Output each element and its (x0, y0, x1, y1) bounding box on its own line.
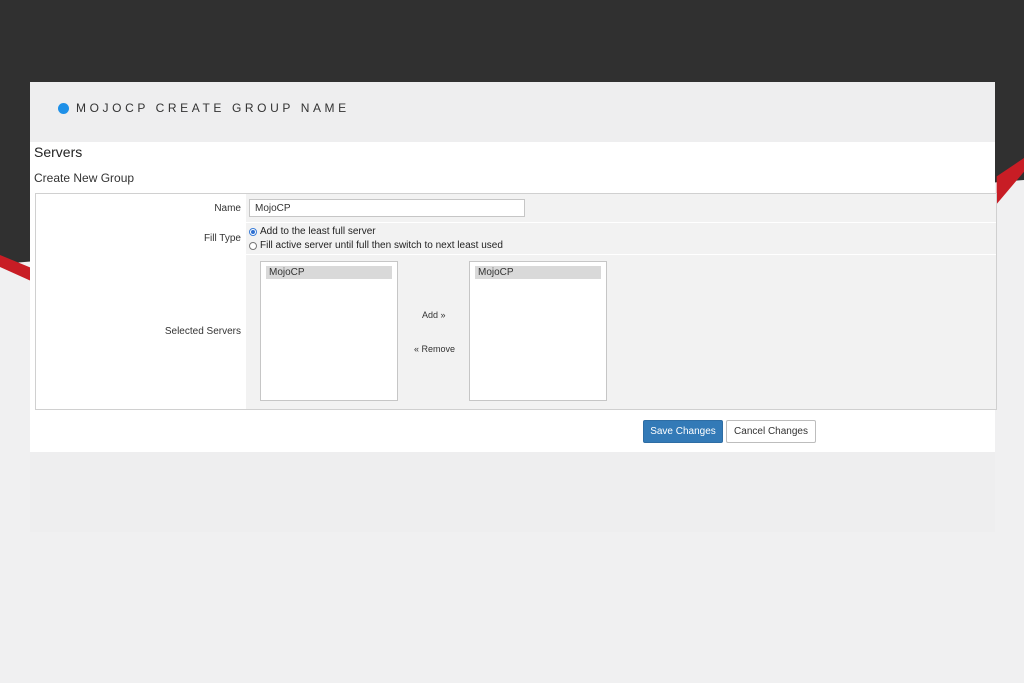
status-dot-icon (58, 103, 69, 114)
name-label: Name (214, 203, 241, 214)
remove-button[interactable]: « Remove (414, 343, 455, 355)
radio-selected-icon[interactable] (249, 227, 257, 236)
main-panel: MOJOCP CREATE GROUP NAME Servers Create … (30, 82, 997, 532)
fill-type-label: Fill Type (203, 233, 241, 244)
fill-option-least-full[interactable]: Add to the least full server (249, 225, 376, 238)
add-button[interactable]: Add » (422, 309, 446, 321)
available-servers-list[interactable]: MojoCP (260, 261, 398, 401)
section-title: Servers (34, 144, 83, 160)
section-subtitle: Create New Group (34, 171, 135, 185)
content-area: Servers Create New Group Name Fill Type … (30, 142, 997, 452)
fill-option-label: Add to the least full server (260, 226, 376, 237)
selected-servers-list[interactable]: MojoCP (469, 261, 607, 401)
label-column (36, 194, 246, 409)
list-item[interactable]: MojoCP (266, 266, 392, 279)
create-group-form: Name Fill Type Add to the least full ser… (35, 193, 997, 410)
radio-unselected-icon[interactable] (249, 241, 257, 250)
save-changes-button[interactable]: Save Changes (643, 420, 723, 443)
selected-servers-label: Selected Servers (164, 326, 241, 337)
list-item[interactable]: MojoCP (475, 266, 601, 279)
row-divider (246, 254, 996, 255)
row-divider (246, 222, 996, 223)
name-input[interactable] (249, 199, 525, 217)
fill-option-label: Fill active server until full then switc… (260, 240, 503, 251)
fill-option-fill-active[interactable]: Fill active server until full then switc… (249, 239, 503, 252)
page-title: MOJOCP CREATE GROUP NAME (76, 101, 350, 115)
panel-header: MOJOCP CREATE GROUP NAME (30, 82, 995, 142)
cancel-changes-button[interactable]: Cancel Changes (726, 420, 816, 443)
